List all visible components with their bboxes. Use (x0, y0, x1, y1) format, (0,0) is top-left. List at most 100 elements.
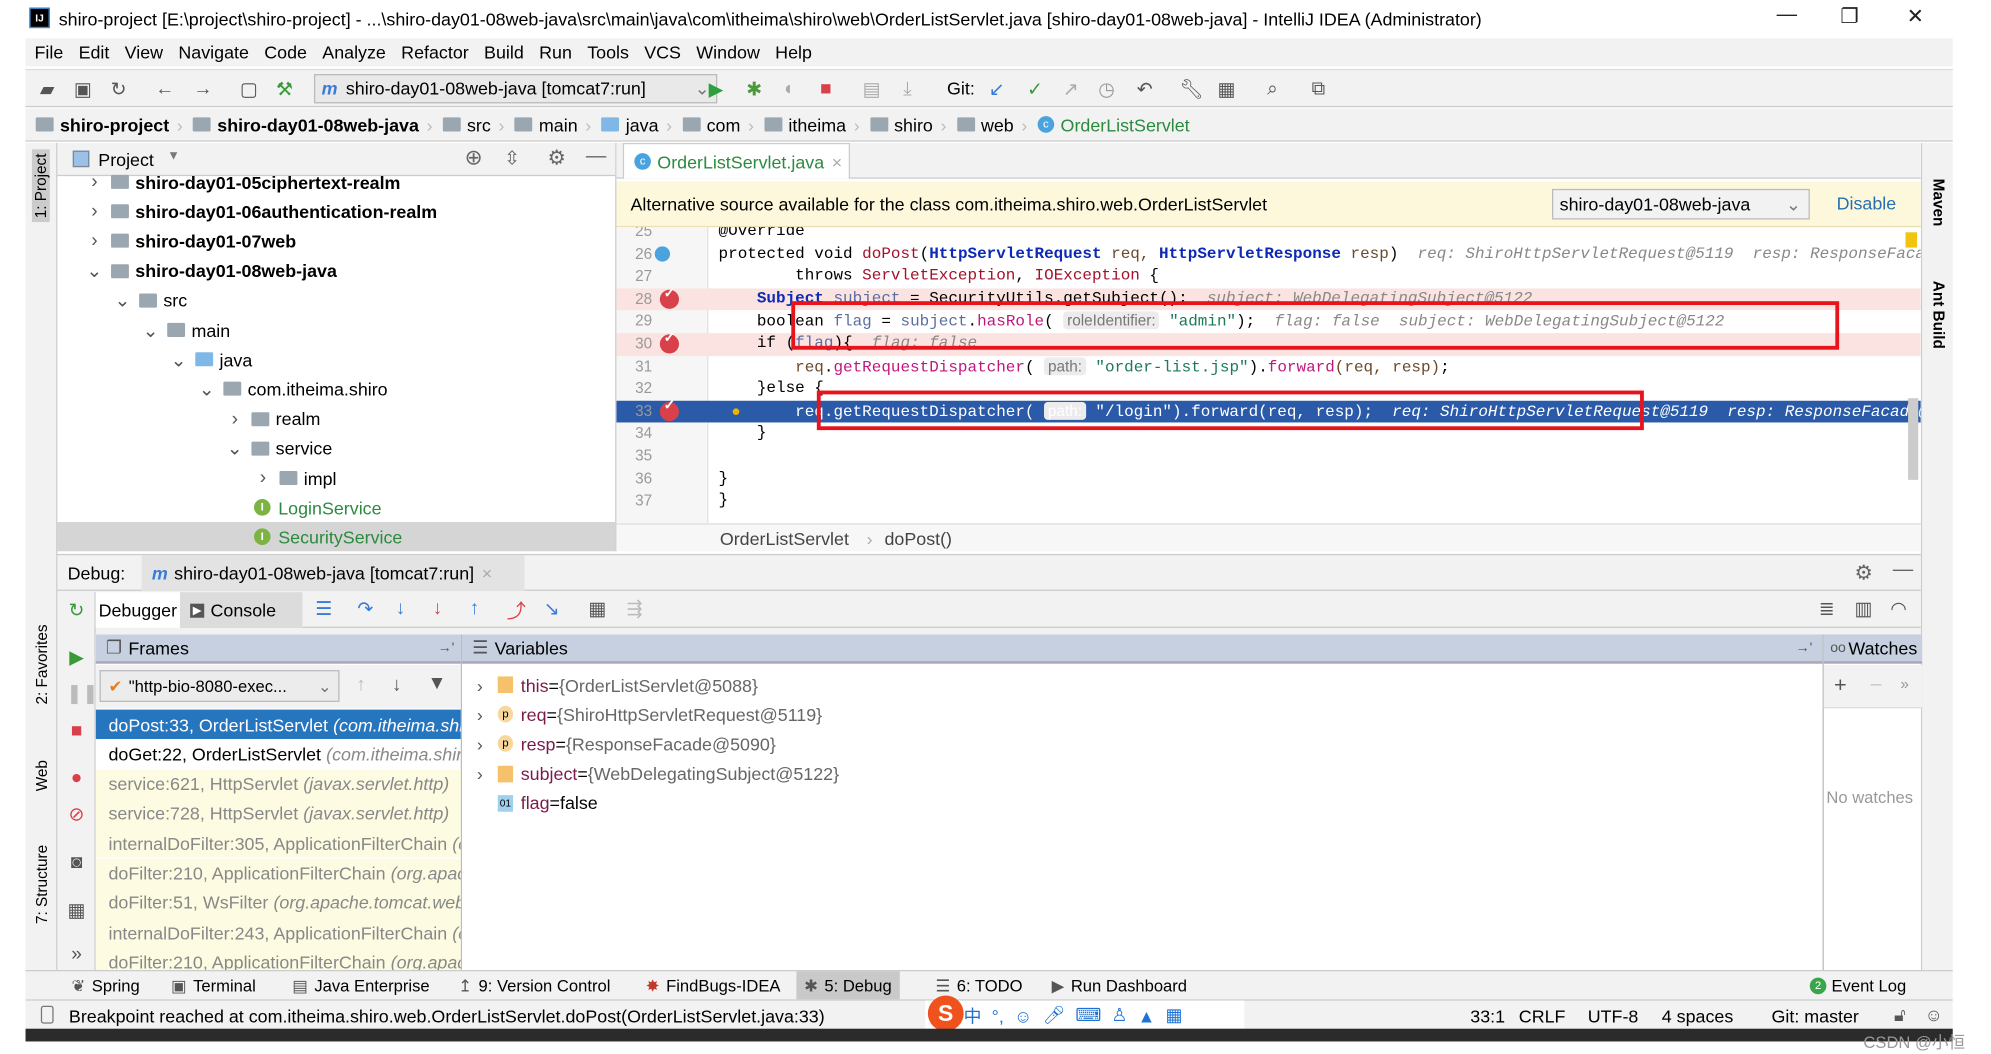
sogou-ime-logo-icon[interactable]: S (927, 995, 964, 1032)
structure-tool-button[interactable]: 7: Structure (33, 845, 51, 924)
drop-frame-icon[interactable]: ⤴ (507, 597, 526, 624)
lock-icon[interactable]: 🔓︎ (1894, 1004, 1906, 1026)
code-line[interactable]: 36} (616, 468, 1920, 490)
caret-position[interactable]: 33:1 (1470, 1006, 1505, 1026)
chevron-down-icon[interactable]: ⌄ (226, 437, 244, 460)
filter-icon[interactable]: ▼ (428, 673, 447, 695)
trace-icon[interactable]: ⇶ (627, 597, 643, 621)
pause-icon[interactable]: ❚❚ (66, 682, 98, 705)
menu-refactor[interactable]: Refactor (401, 42, 469, 62)
coverage-icon[interactable]: ◐ (779, 78, 802, 100)
debug-bug-icon[interactable]: ✱ (743, 78, 766, 101)
breadcrumb-item[interactable]: shiro-project › (35, 108, 183, 141)
tab-orderlistservlet[interactable]: c OrderListServlet.java × (622, 142, 851, 179)
intention-bulb-icon[interactable]: ● (731, 402, 740, 420)
menu-window[interactable]: Window (696, 42, 760, 62)
punctuation-icon[interactable]: °, (992, 1005, 1004, 1025)
stack-frame[interactable]: service:728, HttpServlet (javax.servlet.h… (95, 798, 461, 829)
code-line[interactable]: 31 req.getRequestDispatcher( path: "orde… (616, 356, 1920, 378)
tree-item[interactable]: ⌄ src (57, 286, 615, 315)
tool-window-5-debug[interactable]: ✱ 5: Debug (796, 971, 900, 1001)
menu-run[interactable]: Run (539, 42, 572, 62)
toolbox-icon[interactable]: ▦ (1166, 1004, 1183, 1026)
stop-icon[interactable]: ■ (814, 78, 837, 100)
tree-item[interactable]: I LoginService (57, 493, 615, 522)
indent-setting[interactable]: 4 spaces (1662, 1006, 1734, 1026)
update-icon[interactable]: ▤ (860, 78, 883, 101)
layout-icon[interactable]: ▦ (66, 899, 86, 922)
breakpoint-icon[interactable] (659, 284, 679, 309)
menu-build[interactable]: Build (484, 42, 524, 62)
emoji-icon[interactable]: ☺ (1014, 1005, 1032, 1025)
chevron-down-icon[interactable]: ⌄ (142, 318, 160, 342)
variable-row[interactable]: › this = {OrderListServlet@5088} (462, 670, 758, 699)
code-area[interactable]: 25 @Override 26 protected void doPost(HttpS… (616, 227, 1921, 524)
ant-build-tool-button[interactable]: Ant Build (1930, 281, 1948, 349)
debug-session-tab[interactable]: m shiro-day01-08web-java [tomcat7:run] × (141, 555, 525, 591)
user-icon[interactable]: ♙ (1111, 1004, 1127, 1026)
more-icon[interactable]: » (1900, 675, 1909, 693)
chevron-down-icon[interactable]: ⌄ (198, 378, 216, 401)
warning-marker[interactable] (1905, 232, 1918, 248)
breadcrumb-item[interactable]: shiro-day01-08web-java › (193, 108, 433, 141)
chevron-right-icon[interactable]: › (462, 675, 498, 695)
menu-vcs[interactable]: VCS (644, 42, 681, 62)
revert-icon[interactable]: ↶ (1133, 78, 1156, 101)
breakpoint-icon[interactable] (659, 397, 679, 421)
translate-icon[interactable]: ⧉ (1307, 78, 1330, 100)
hide-panel-icon[interactable]: — (1893, 559, 1913, 582)
breadcrumb-item[interactable]: itheima › (764, 108, 860, 141)
save-icon[interactable]: ▣ (71, 78, 94, 101)
menu-view[interactable]: View (125, 42, 163, 62)
line-separator[interactable]: CRLF (1519, 1006, 1566, 1026)
disable-link[interactable]: Disable (1837, 193, 1897, 213)
gear-icon[interactable]: ⚙ (1854, 560, 1872, 586)
chevron-right-icon[interactable]: › (86, 201, 104, 223)
open-folder-icon[interactable]: ▰ (36, 78, 59, 101)
sync-icon[interactable]: ↻ (107, 78, 130, 101)
run-configuration-select[interactable]: m shiro-day01-08web-java [tomcat7:run] ⌄ (313, 74, 718, 104)
ime-mode[interactable]: 中 (964, 1003, 982, 1029)
tool-window-findbugs-idea[interactable]: ✸ FindBugs-IDEA (638, 971, 788, 1000)
microphone-icon[interactable]: 🎤︎ (1042, 1004, 1065, 1026)
breadcrumb-item[interactable]: web › (956, 108, 1027, 141)
show-execution-point-icon[interactable]: ☰ (315, 597, 332, 621)
variable-row[interactable]: 01 flag = false (462, 788, 598, 817)
camera-icon[interactable]: ◙ (66, 851, 86, 873)
chevron-right-icon[interactable]: › (226, 408, 244, 430)
breadcrumb-item[interactable]: c OrderListServlet (1037, 108, 1190, 141)
close-tab-icon[interactable]: × (832, 151, 842, 171)
tool-window-java-enterprise[interactable]: ▤ Java Enterprise (285, 971, 438, 1000)
tree-item[interactable]: › realm (57, 404, 615, 433)
stack-frame[interactable]: service:621, HttpServlet (javax.servlet.h… (95, 769, 461, 799)
code-line[interactable]: 27 throws ServletException, IOException … (616, 266, 1920, 288)
thread-select[interactable]: ✔ "http-bio-8080-exec... ⌄ (99, 670, 340, 702)
tree-item[interactable]: › shiro-day01-07web (57, 226, 615, 255)
evaluate-expression-icon[interactable]: ▦ (588, 597, 606, 621)
stack-frame[interactable]: internalDoFilter:305, ApplicationFilterC… (95, 828, 461, 858)
code-line[interactable]: 25 @Override (616, 227, 1920, 243)
breadcrumb-item[interactable]: main › (514, 108, 591, 141)
chevron-down-icon[interactable]: ⌄ (114, 289, 132, 312)
menu-tools[interactable]: Tools (587, 42, 629, 62)
minimize-button[interactable]: — (1777, 4, 1797, 27)
git-branch[interactable]: Git: master (1772, 1006, 1859, 1026)
menu-navigate[interactable]: Navigate (178, 42, 249, 62)
hide-panel-icon[interactable]: — (586, 145, 606, 168)
git-commit-icon[interactable]: ✓ (1024, 78, 1047, 101)
frame-icon[interactable]: ▢ (237, 78, 260, 101)
crumb-class[interactable]: OrderListServlet (720, 528, 849, 548)
stack-frame[interactable]: internalDoFilter:243, ApplicationFilterC… (95, 917, 461, 948)
breadcrumb-item[interactable]: com › (682, 108, 754, 141)
commit-icon[interactable]: ⤓ (896, 78, 919, 100)
more-icon[interactable]: » (66, 943, 86, 965)
chevron-right-icon[interactable]: › (254, 467, 272, 489)
tool-window-spring[interactable]: ❦ Spring (64, 971, 148, 1000)
stack-frame[interactable]: doFilter:210, ApplicationFilterChain (org… (95, 858, 461, 888)
next-frame-icon[interactable]: ↓ (392, 674, 402, 696)
stop-icon[interactable]: ■ (66, 720, 86, 742)
step-over-icon[interactable]: ↷ (357, 597, 373, 621)
tree-item[interactable]: I SecurityService (57, 522, 616, 552)
breadcrumb-item[interactable]: java › (601, 108, 672, 141)
back-icon[interactable]: ← (153, 78, 176, 100)
